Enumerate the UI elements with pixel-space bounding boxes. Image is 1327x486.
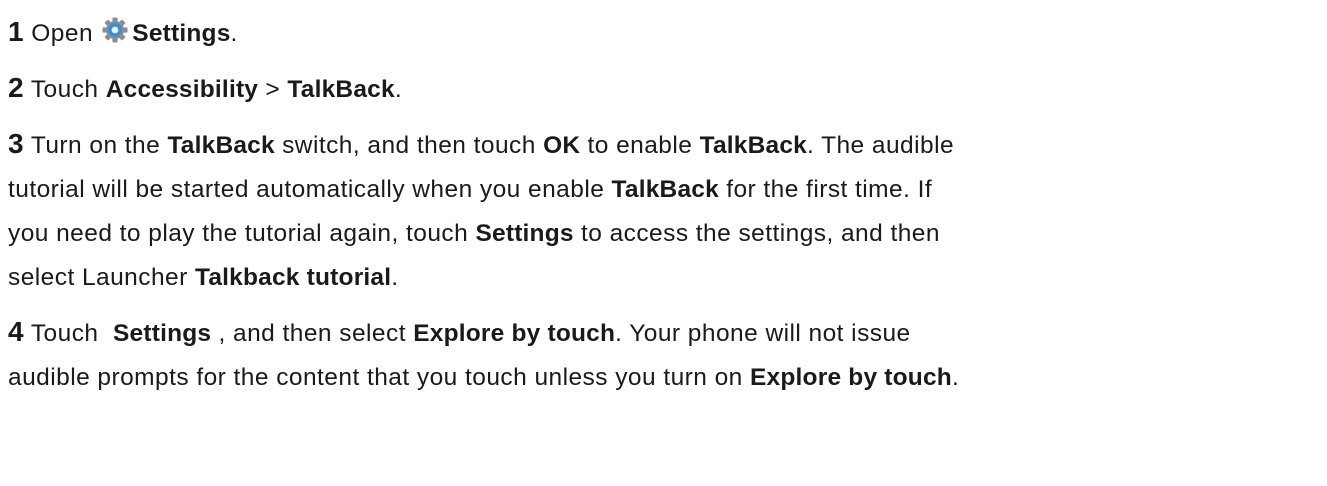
step-number: 4 — [8, 316, 25, 347]
bold-term: Explore by touch — [750, 364, 952, 391]
step-text: switch, and then touch — [274, 132, 544, 159]
bold-term: Accessibility — [105, 76, 259, 103]
step-text: tutorial will be started automatically w… — [8, 176, 612, 203]
bold-term: Talkback tutorial — [194, 264, 392, 291]
bold-term: TalkBack — [611, 176, 719, 203]
bold-term: Settings — [132, 20, 231, 47]
bold-term: TalkBack — [699, 132, 807, 159]
step-1: 1 Open Settings. — [8, 10, 1323, 56]
step-text: audible prompts for the content that you… — [8, 364, 751, 391]
step-text: . The audible — [807, 132, 955, 159]
step-text: . — [230, 20, 238, 47]
step-text: Touch — [24, 76, 106, 103]
step-text: . — [391, 264, 399, 291]
step-text: to access the settings, and then — [573, 220, 940, 247]
bold-term: Settings — [475, 220, 574, 247]
gear-icon — [102, 17, 128, 43]
step-2: 2 Touch Accessibility > TalkBack. — [8, 66, 1323, 112]
step-text: to enable — [580, 132, 700, 159]
bold-term: Explore by touch — [413, 320, 616, 347]
bold-term: Settings — [113, 320, 212, 347]
step-text: . Your phone will not issue — [615, 320, 911, 347]
bold-term: TalkBack — [167, 132, 275, 159]
step-text: Turn on the — [24, 132, 168, 159]
step-text: > — [258, 76, 288, 103]
step-number: 2 — [8, 72, 25, 103]
step-text: for the first time. If — [718, 176, 933, 203]
step-number: 3 — [8, 128, 25, 159]
step-text: you need to play the tutorial again, tou… — [8, 220, 476, 247]
step-3: 3 Turn on the TalkBack switch, and then … — [8, 122, 1323, 300]
instructions-document: 1 Open Settings. 2 Touch Accessibility >… — [8, 0, 1323, 400]
step-text: . — [951, 364, 960, 391]
bold-term: OK — [543, 132, 581, 159]
step-text: select Launcher — [8, 264, 195, 291]
step-text: Open — [24, 20, 101, 47]
step-4: 4 Touch Settings , and then select Explo… — [8, 310, 1323, 400]
step-number: 1 — [8, 16, 25, 47]
bold-term: TalkBack — [287, 76, 395, 103]
step-text: Touch — [24, 320, 113, 347]
step-text: , and then select — [211, 320, 414, 347]
step-text: . — [394, 76, 403, 103]
